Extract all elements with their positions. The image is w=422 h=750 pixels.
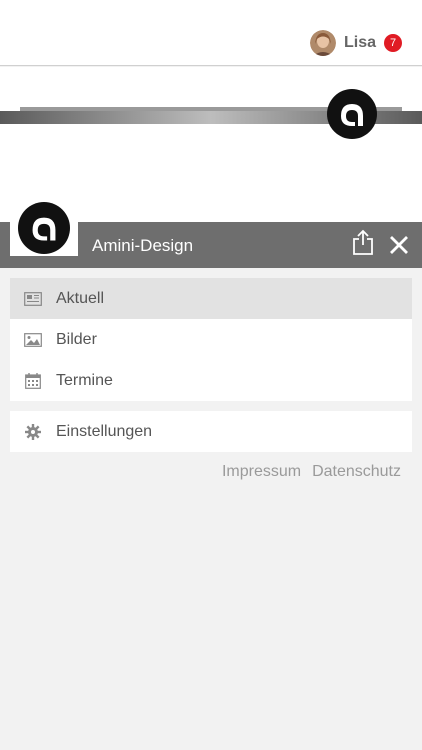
image-icon <box>24 331 42 349</box>
newspaper-icon <box>24 290 42 308</box>
share-icon[interactable] <box>352 229 374 255</box>
top-bar: Lisa 7 <box>0 0 422 66</box>
notification-badge[interactable]: 7 <box>384 34 402 52</box>
menu-item-label: Aktuell <box>56 289 105 307</box>
secondary-menu: Einstellungen <box>10 411 412 452</box>
footer-links: Impressum Datenschutz <box>222 463 401 481</box>
app-logo-icon <box>18 201 70 254</box>
close-icon[interactable] <box>389 235 409 255</box>
calendar-icon <box>24 372 42 390</box>
menu-item-aktuell[interactable]: Aktuell <box>10 278 412 319</box>
menu-item-label: Bilder <box>56 330 97 348</box>
app-title: Amini-Design <box>92 236 194 255</box>
datenschutz-link[interactable]: Datenschutz <box>312 463 401 481</box>
impressum-link[interactable]: Impressum <box>222 463 301 481</box>
user-avatar[interactable] <box>309 30 336 56</box>
menu-item-einstellungen[interactable]: Einstellungen <box>10 411 412 452</box>
primary-menu: Aktuell Bilder Termine <box>10 278 412 401</box>
user-name[interactable]: Lisa <box>344 34 376 52</box>
menu-item-label: Termine <box>56 371 113 389</box>
menu-item-bilder[interactable]: Bilder <box>10 319 412 360</box>
menu-item-label: Einstellungen <box>56 422 153 440</box>
app-logo <box>10 199 78 256</box>
menu-item-termine[interactable]: Termine <box>10 360 412 401</box>
user-profile[interactable]: Lisa 7 <box>309 30 402 56</box>
brand-logo-icon <box>327 89 377 139</box>
gear-icon <box>24 423 42 441</box>
